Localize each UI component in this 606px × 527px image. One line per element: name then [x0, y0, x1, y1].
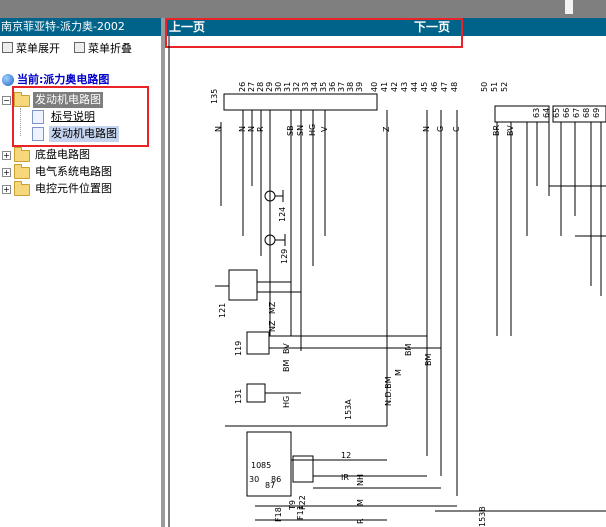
svg-text:67: 67 — [572, 108, 581, 118]
svg-text:30: 30 — [249, 475, 259, 484]
window-edge — [565, 0, 573, 14]
globe-icon — [2, 74, 14, 86]
svg-text:135: 135 — [210, 89, 219, 104]
left-navigation-pane: 南京菲亚特-派力奥-2002 菜单展开 菜单折叠 当前:派力奥电路图 − 发动机… — [0, 18, 162, 527]
svg-text:C: C — [452, 126, 461, 132]
svg-text:46: 46 — [430, 82, 439, 92]
svg-text:V: V — [320, 126, 329, 132]
svg-text:32: 32 — [292, 82, 301, 92]
svg-text:SN: SN — [296, 125, 305, 136]
expand-icon — [2, 42, 13, 53]
svg-text:NH: NH — [356, 474, 365, 486]
svg-text:34: 34 — [310, 82, 319, 92]
collapse-menu-button[interactable]: 菜单折叠 — [74, 40, 132, 56]
svg-text:38: 38 — [346, 82, 355, 92]
svg-text:119: 119 — [234, 341, 243, 356]
svg-text:Z: Z — [382, 126, 391, 132]
svg-text:HG: HG — [282, 396, 291, 408]
svg-text:BM: BM — [282, 360, 291, 372]
svg-text:45: 45 — [420, 82, 429, 92]
svg-text:29: 29 — [265, 82, 274, 92]
svg-text:M: M — [394, 369, 403, 376]
svg-text:12: 12 — [341, 451, 351, 460]
svg-text:30: 30 — [274, 82, 283, 92]
pane-title: 南京菲亚特-派力奥-2002 — [0, 18, 162, 36]
svg-text:HG: HG — [308, 124, 317, 136]
svg-text:63: 63 — [532, 108, 541, 118]
svg-text:28: 28 — [256, 82, 265, 92]
svg-text:R: R — [256, 126, 265, 132]
svg-text:65: 65 — [552, 108, 561, 118]
expand-toggle-icon[interactable]: + — [2, 168, 11, 177]
svg-text:F18: F18 — [274, 507, 283, 522]
svg-text:IR: IR — [341, 473, 349, 482]
folder-icon — [14, 147, 30, 162]
svg-text:N: N — [422, 126, 431, 132]
svg-text:36: 36 — [328, 82, 337, 92]
svg-text:BV: BV — [506, 125, 515, 136]
tree-item-label: 电气系统电路图 — [35, 165, 112, 178]
svg-text:66: 66 — [562, 108, 571, 118]
svg-text:43: 43 — [400, 82, 409, 92]
svg-text:R: R — [356, 518, 365, 524]
folder-icon — [14, 164, 30, 179]
svg-text:40: 40 — [370, 82, 379, 92]
diagram-pane: 上一页 下一页 135 26 27 28 29 30 31 32 33 34 3… — [165, 18, 606, 527]
svg-text:86: 86 — [271, 475, 281, 484]
svg-text:51: 51 — [490, 82, 499, 92]
svg-text:N: N — [214, 126, 223, 132]
svg-text:85: 85 — [261, 461, 271, 470]
svg-text:52: 52 — [500, 82, 509, 92]
svg-text:26: 26 — [238, 82, 247, 92]
svg-text:MZ: MZ — [268, 301, 277, 314]
collapse-label: 菜单折叠 — [88, 42, 132, 55]
svg-text:M: M — [356, 499, 365, 506]
svg-text:27: 27 — [247, 82, 256, 92]
svg-text:121: 121 — [218, 303, 227, 318]
collapse-icon — [74, 42, 85, 53]
expand-toggle-icon[interactable]: + — [2, 185, 11, 194]
svg-text:47: 47 — [440, 82, 449, 92]
svg-text:37: 37 — [337, 82, 346, 92]
svg-text:42: 42 — [390, 82, 399, 92]
expand-label: 菜单展开 — [16, 42, 60, 55]
svg-text:NZ: NZ — [268, 320, 277, 332]
svg-text:64: 64 — [542, 108, 551, 118]
svg-text:BM: BM — [404, 344, 413, 356]
svg-text:33: 33 — [301, 82, 310, 92]
svg-text:124: 124 — [278, 207, 287, 222]
svg-text:131: 131 — [234, 389, 243, 404]
svg-text:F11: F11 — [296, 505, 305, 520]
collapse-toggle-icon[interactable]: − — [2, 96, 11, 105]
svg-text:N: N — [247, 126, 256, 132]
expand-toggle-icon[interactable]: + — [2, 151, 11, 160]
folder-icon — [14, 181, 30, 196]
svg-text:48: 48 — [450, 82, 459, 92]
svg-text:31: 31 — [283, 82, 292, 92]
svg-text:68: 68 — [582, 108, 591, 118]
svg-text:44: 44 — [410, 82, 419, 92]
svg-text:35: 35 — [319, 82, 328, 92]
svg-text:N.D.BM: N.D.BM — [384, 376, 393, 406]
tree-item-label: 电控元件位置图 — [35, 182, 112, 195]
expand-menu-button[interactable]: 菜单展开 — [2, 40, 60, 56]
wiring-diagram: 135 26 27 28 29 30 31 32 33 34 35 36 37 … — [168, 36, 606, 527]
svg-text:39: 39 — [355, 82, 364, 92]
svg-text:BR: BR — [492, 125, 501, 136]
svg-text:69: 69 — [592, 108, 601, 118]
top-gray-strip — [0, 0, 606, 18]
svg-text:BV: BV — [282, 343, 291, 354]
svg-text:G: G — [436, 126, 445, 132]
svg-text:50: 50 — [480, 82, 489, 92]
svg-text:41: 41 — [380, 82, 389, 92]
svg-text:10: 10 — [251, 461, 261, 470]
svg-text:SB: SB — [286, 125, 295, 136]
svg-text:BM: BM — [424, 354, 433, 366]
svg-text:N: N — [238, 126, 247, 132]
svg-text:129: 129 — [280, 249, 289, 264]
highlight-box — [12, 86, 149, 147]
tree-item-label: 底盘电路图 — [35, 148, 90, 161]
svg-text:153B: 153B — [478, 506, 487, 527]
svg-text:153A: 153A — [344, 399, 353, 420]
